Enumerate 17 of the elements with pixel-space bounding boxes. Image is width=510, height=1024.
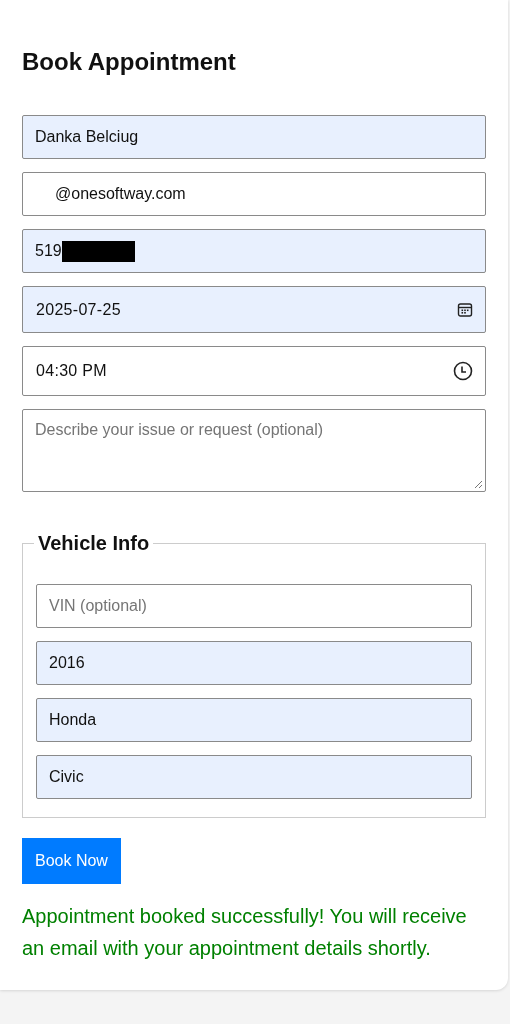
form-title: Book Appointment [22, 48, 237, 76]
input-field[interactable]: Civic [36, 755, 472, 799]
book-now-button[interactable]: Book Now [22, 838, 121, 884]
input-field[interactable]: 2016 [36, 641, 472, 685]
date-field[interactable]: 2025-07-25 [22, 286, 486, 333]
input-field[interactable]: Honda [36, 698, 472, 742]
success-message: Appointment booked successfully! You will receive an email with your appointment details shortly. [22, 904, 468, 961]
resize-handle-icon[interactable] [474, 480, 483, 489]
time-field[interactable]: 04:30 PM [22, 346, 486, 396]
description-field[interactable]: Describe your issue or request (optional) [22, 409, 486, 492]
fieldset-legend: Vehicle Info [34, 532, 154, 555]
phone-field[interactable]: 519 [22, 229, 486, 273]
input-field[interactable]: Danka Belciug [22, 115, 486, 159]
clock-icon[interactable] [453, 361, 473, 381]
email-field[interactable]: @onesoftway.com [22, 172, 486, 216]
input-field[interactable]: VIN (optional) [36, 584, 472, 628]
calendar-icon[interactable] [457, 301, 473, 318]
